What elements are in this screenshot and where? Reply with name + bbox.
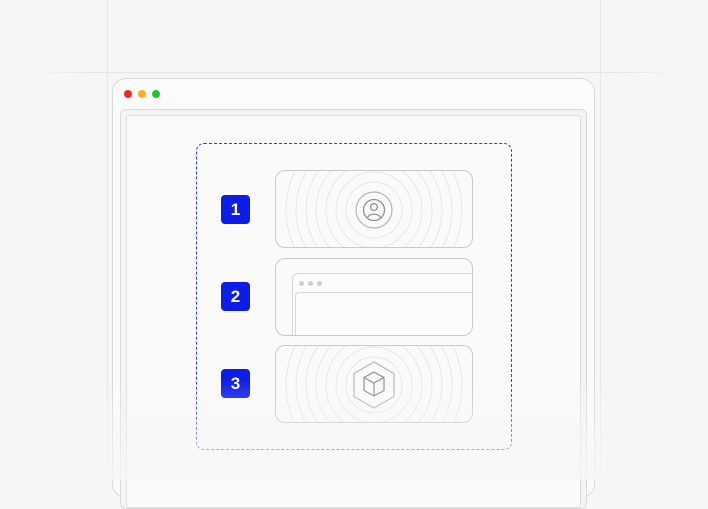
step-badge-3: 3 <box>221 369 250 398</box>
browser-window-icon <box>292 273 472 335</box>
mini-dot-icon <box>299 281 304 286</box>
step-card-2[interactable] <box>275 258 473 336</box>
mini-viewport <box>295 292 472 335</box>
guide-line-top <box>30 72 680 73</box>
step-badge-2: 2 <box>221 282 250 311</box>
mini-dot-icon <box>308 281 313 286</box>
user-avatar-icon <box>355 191 393 229</box>
ripple-rings-icon <box>285 346 463 422</box>
close-dot-icon[interactable] <box>124 90 132 98</box>
step-card-1[interactable] <box>275 170 473 248</box>
window-controls <box>124 90 160 98</box>
step-number: 3 <box>230 373 241 393</box>
step-card-3[interactable] <box>275 345 473 423</box>
step-badge-1: 1 <box>221 195 250 224</box>
minimize-dot-icon[interactable] <box>138 90 146 98</box>
cube-icon <box>353 361 395 409</box>
step-number: 2 <box>230 286 241 306</box>
step-number: 1 <box>230 199 241 219</box>
mini-dot-icon <box>317 281 322 286</box>
maximize-dot-icon[interactable] <box>152 90 160 98</box>
ripple-rings-icon <box>285 171 463 247</box>
